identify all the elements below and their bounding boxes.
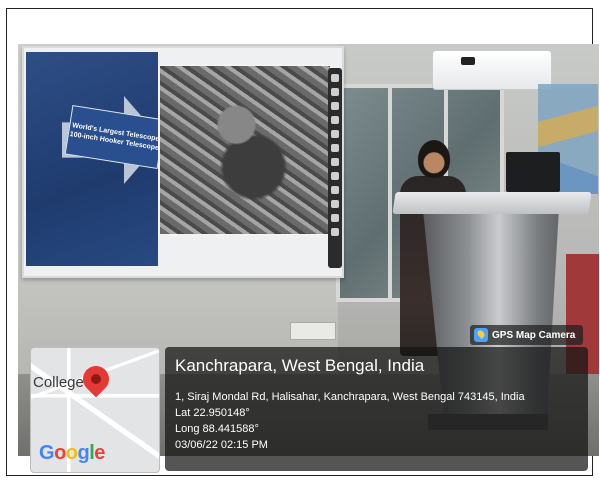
gps-map-camera-icon: [474, 328, 488, 342]
location-info-panel: Kanchrapara, West Bengal, India 1, Siraj…: [165, 347, 588, 471]
air-conditioner: [432, 50, 552, 90]
projector-toolbar: [328, 68, 342, 268]
ac-logo: [461, 57, 475, 65]
map-thumbnail: College Google: [30, 347, 160, 473]
switchboard: [290, 322, 336, 340]
lectern-top: [392, 192, 592, 214]
telescope-photo: [158, 64, 332, 236]
gps-map-camera-badge: GPS Map Camera: [470, 325, 584, 345]
gps-badge-label: GPS Map Camera: [492, 329, 576, 341]
place-title: Kanchrapara, West Bengal, India: [175, 356, 425, 375]
map-pin-icon: [77, 360, 115, 398]
latitude: Lat 22.950148°: [175, 407, 250, 419]
speaker-head: [418, 140, 450, 178]
longitude: Long 88.441588°: [175, 423, 259, 435]
timestamp: 03/06/22 02:15 PM: [175, 439, 268, 451]
address-line: 1, Siraj Mondal Rd, Halisahar, Kanchrapa…: [175, 391, 525, 403]
projection-screen: World's Largest Telescope 100-inch Hooke…: [22, 46, 344, 278]
google-logo: Google: [39, 442, 105, 464]
map-place-label: College: [33, 374, 84, 391]
monitor: [506, 152, 560, 192]
